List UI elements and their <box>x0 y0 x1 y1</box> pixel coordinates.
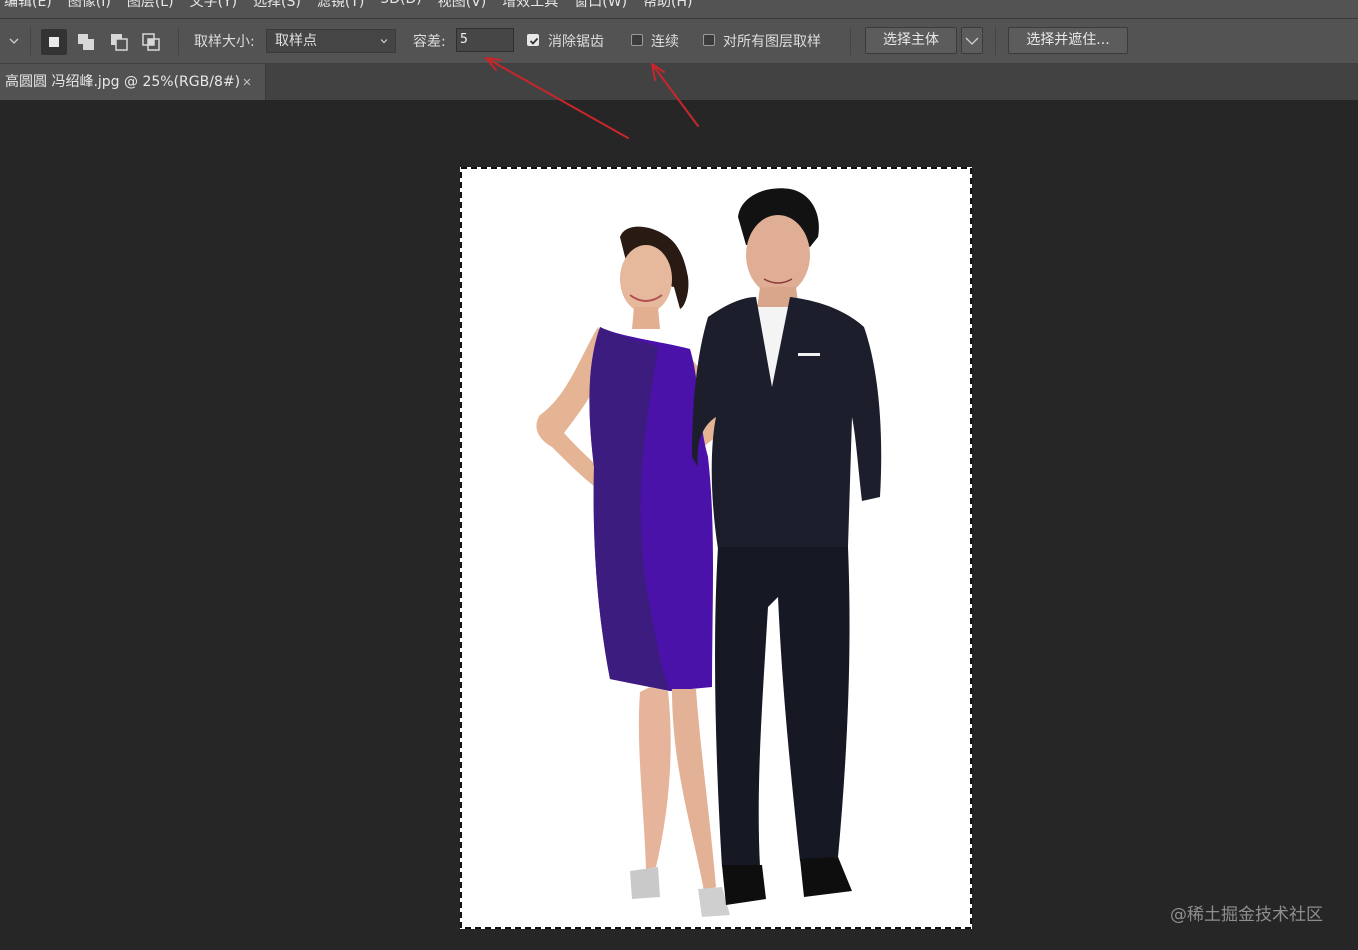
annotation-arrows <box>485 57 699 139</box>
arrow-to-tolerance <box>485 57 629 139</box>
arrow-to-contiguous <box>651 63 699 127</box>
watermark: @稀土掘金技术社区 <box>1170 905 1323 925</box>
